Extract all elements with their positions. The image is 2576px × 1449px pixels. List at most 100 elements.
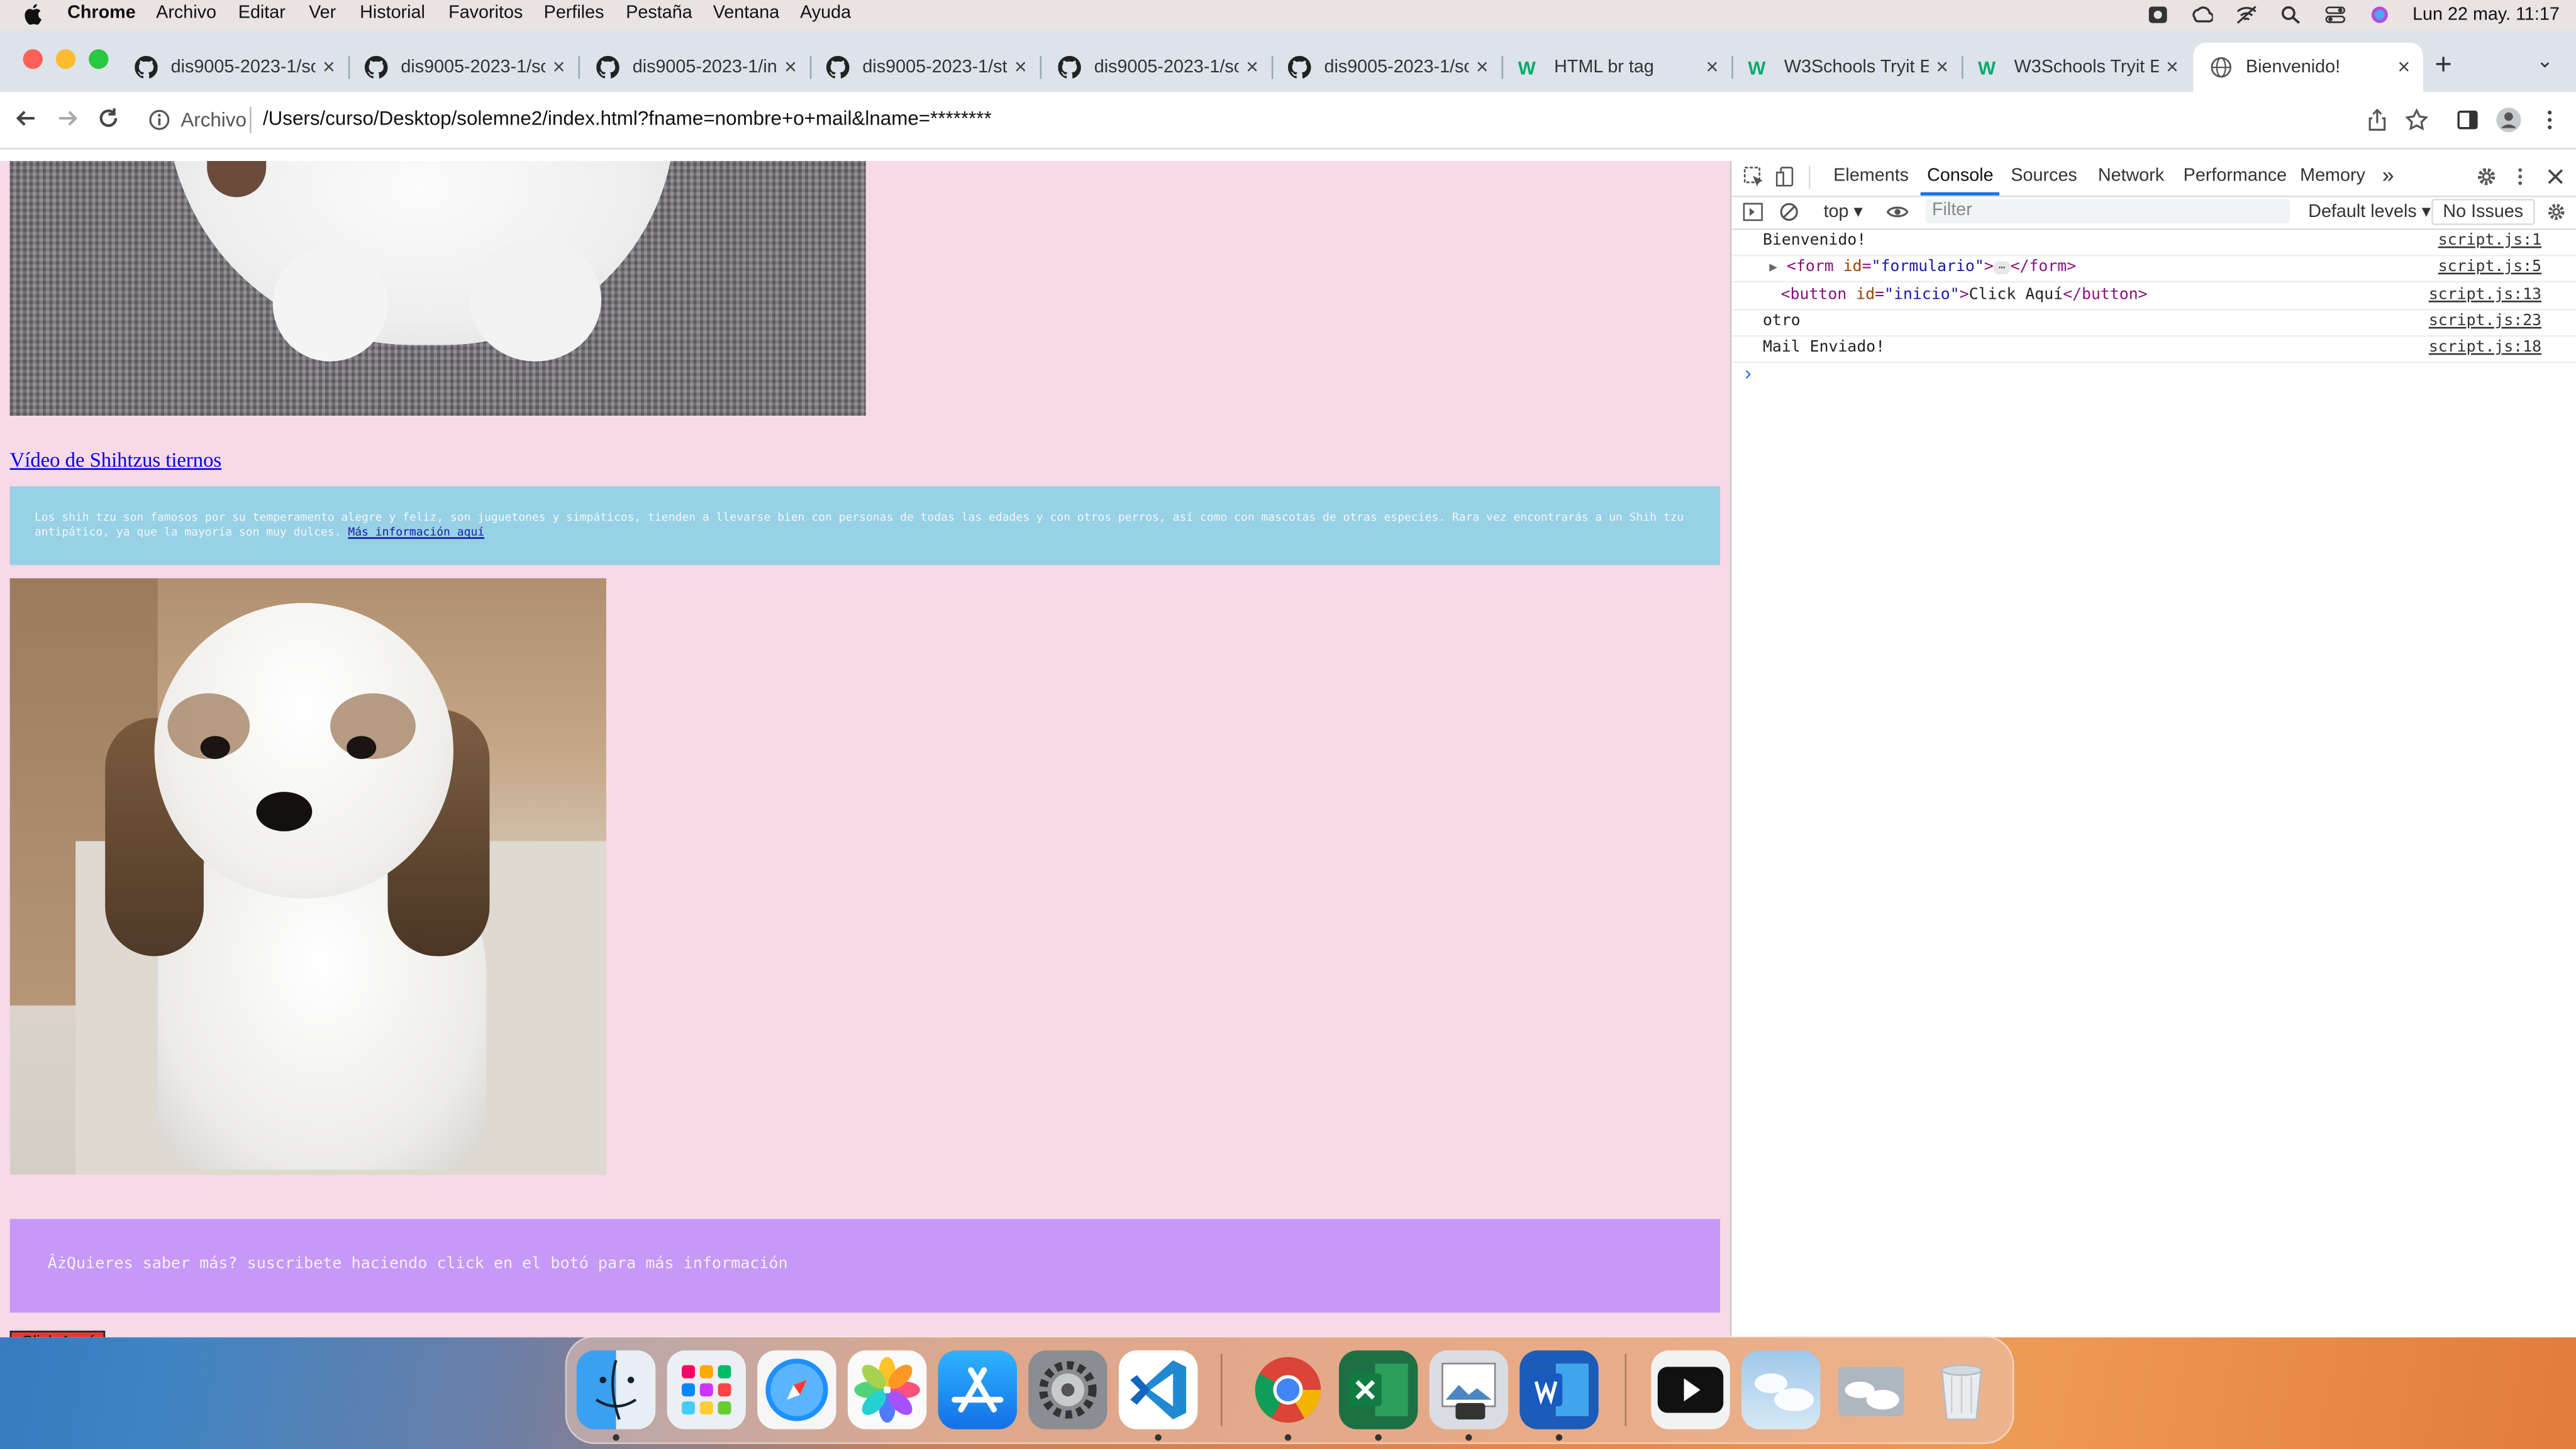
- tab-6[interactable]: dis9005-2023-1/sole ×: [1272, 43, 1504, 92]
- safari-icon[interactable]: [757, 1350, 836, 1430]
- new-tab-button[interactable]: +: [2434, 48, 2451, 82]
- close-devtools-icon[interactable]: [2546, 167, 2565, 186]
- address-bar[interactable]: Archivo /Users/curso/Desktop/solemne2/in…: [138, 98, 2455, 142]
- chrome-icon[interactable]: [1248, 1350, 1327, 1429]
- console-form-element[interactable]: ▶ <form id="formulario"> ⋯ </form>: [1769, 258, 2076, 276]
- profile-avatar-icon[interactable]: [2496, 107, 2522, 133]
- tab-2[interactable]: dis9005-2023-1/sole ×: [348, 43, 580, 92]
- close-tab-icon[interactable]: ×: [1936, 54, 1948, 79]
- tab-network[interactable]: Network: [2098, 166, 2164, 186]
- menu-editar[interactable]: Editar: [238, 3, 286, 23]
- tab-1[interactable]: dis9005-2023-1/sole ×: [118, 43, 350, 92]
- console-source-link[interactable]: script.js:1: [2438, 231, 2541, 250]
- menu-pestana[interactable]: Pestaña: [626, 3, 692, 23]
- tab-memory[interactable]: Memory: [2300, 166, 2365, 186]
- zoom-window-button[interactable]: [89, 49, 109, 69]
- chrome-menu-icon[interactable]: [2538, 108, 2562, 131]
- forward-arrow-icon[interactable]: [54, 105, 80, 131]
- extension-icon[interactable]: [2146, 5, 2168, 25]
- tab-sources[interactable]: Sources: [2011, 166, 2077, 186]
- clear-console-icon[interactable]: [1779, 202, 1799, 221]
- bookmark-star-icon[interactable]: [2405, 108, 2428, 131]
- finder-icon[interactable]: [576, 1350, 656, 1430]
- console-source-link[interactable]: script.js:23: [2429, 312, 2541, 330]
- side-panel-icon[interactable]: [2456, 108, 2479, 131]
- close-tab-icon[interactable]: ×: [2166, 54, 2179, 79]
- wifi-off-icon[interactable]: [2235, 5, 2257, 25]
- tab-3[interactable]: dis9005-2023-1/inde ×: [580, 43, 812, 92]
- close-tab-icon[interactable]: ×: [2397, 54, 2410, 79]
- console-filter-input[interactable]: Filter: [1925, 199, 2290, 224]
- menu-ver[interactable]: Ver: [309, 3, 336, 23]
- back-arrow-icon[interactable]: [13, 105, 40, 131]
- close-tab-icon[interactable]: ×: [784, 54, 797, 79]
- apple-menu-icon[interactable]: [23, 3, 43, 25]
- tab-elements[interactable]: Elements: [1833, 166, 1909, 186]
- devtools-menu-icon[interactable]: [2514, 166, 2527, 187]
- console-source-link[interactable]: script.js:13: [2429, 286, 2541, 304]
- tab-8[interactable]: W W3Schools Tryit Edit ×: [1731, 43, 1963, 92]
- preview-icon[interactable]: [1429, 1350, 1509, 1430]
- menu-archivo[interactable]: Archivo: [156, 3, 216, 23]
- system-settings-icon[interactable]: [1028, 1350, 1108, 1430]
- reload-icon[interactable]: [96, 105, 122, 131]
- issues-button[interactable]: No Issues: [2431, 199, 2535, 225]
- minimize-window-button[interactable]: [55, 49, 76, 69]
- log-levels-dropdown[interactable]: Default levels ▾: [2308, 201, 2431, 221]
- clouds-folder-icon[interactable]: [1832, 1350, 1911, 1429]
- console-prompt[interactable]: ›: [1745, 362, 1751, 385]
- creative-cloud-icon[interactable]: [2190, 5, 2212, 25]
- launchpad-icon[interactable]: [667, 1350, 746, 1430]
- menu-historial[interactable]: Historial: [360, 3, 425, 23]
- site-info-icon[interactable]: [148, 108, 171, 131]
- context-selector[interactable]: top ▾: [1824, 201, 1863, 221]
- video-player-icon[interactable]: [1651, 1350, 1730, 1430]
- menu-favoritos[interactable]: Favoritos: [448, 3, 523, 23]
- device-toolbar-icon[interactable]: [1775, 166, 1797, 187]
- console-source-link[interactable]: script.js:18: [2429, 338, 2541, 357]
- close-tab-icon[interactable]: ×: [1476, 54, 1489, 79]
- menubar-clock[interactable]: Lun 22 may. 11:17: [2412, 5, 2560, 25]
- console-sidebar-icon[interactable]: [1743, 202, 1763, 221]
- trash-icon[interactable]: [1922, 1350, 2001, 1429]
- photos-icon[interactable]: [847, 1350, 927, 1430]
- tab-7[interactable]: W HTML br tag ×: [1502, 43, 1733, 92]
- vscode-icon[interactable]: [1118, 1350, 1198, 1430]
- tab-5[interactable]: dis9005-2023-1/scri ×: [1041, 43, 1274, 92]
- control-center-icon[interactable]: [2324, 5, 2345, 25]
- menu-ventana[interactable]: Ventana: [713, 3, 779, 23]
- siri-icon[interactable]: [2368, 5, 2390, 25]
- tab-4[interactable]: dis9005-2023-1/styl ×: [810, 43, 1042, 92]
- menu-app-name[interactable]: Chrome: [67, 3, 136, 23]
- ellipsis-badge[interactable]: ⋯: [1993, 261, 2011, 275]
- inspect-element-icon[interactable]: [1743, 166, 1765, 187]
- console-settings-gear-icon[interactable]: [2546, 202, 2566, 221]
- console-source-link[interactable]: script.js:5: [2438, 258, 2541, 276]
- more-info-link[interactable]: Más información aquí: [348, 526, 484, 539]
- live-expression-eye-icon[interactable]: [1886, 202, 1909, 221]
- menu-ayuda[interactable]: Ayuda: [800, 3, 851, 23]
- tab-search-chevron-icon[interactable]: ⌄: [2536, 49, 2553, 72]
- devtools-settings-gear-icon[interactable]: [2476, 166, 2497, 187]
- close-tab-icon[interactable]: ×: [1014, 54, 1027, 79]
- share-icon[interactable]: [2366, 108, 2389, 131]
- url-text[interactable]: /Users/curso/Desktop/solemne2/index.html…: [263, 107, 992, 130]
- word-icon[interactable]: [1519, 1350, 1599, 1430]
- click-here-button[interactable]: Click Aquí: [9, 1330, 106, 1338]
- app-store-icon[interactable]: [938, 1350, 1017, 1430]
- close-tab-icon[interactable]: ×: [1246, 54, 1258, 79]
- expand-triangle-icon[interactable]: ▶: [1769, 260, 1777, 275]
- more-tabs-chevron-icon[interactable]: »: [2382, 163, 2394, 187]
- close-tab-icon[interactable]: ×: [1706, 54, 1719, 79]
- clouds-image-icon[interactable]: [1741, 1350, 1821, 1430]
- video-link[interactable]: Vídeo de Shihtzus tiernos: [10, 448, 221, 473]
- menu-perfiles[interactable]: Perfiles: [544, 3, 604, 23]
- spotlight-search-icon[interactable]: [2279, 5, 2301, 25]
- close-window-button[interactable]: [23, 49, 43, 69]
- tab-10[interactable]: Bienvenido! ×: [2193, 42, 2424, 92]
- close-tab-icon[interactable]: ×: [323, 54, 335, 79]
- tab-9[interactable]: W W3Schools Tryit Edit ×: [1962, 43, 2192, 92]
- tab-performance[interactable]: Performance: [2184, 166, 2287, 186]
- excel-icon[interactable]: [1338, 1350, 1418, 1430]
- console-button-element[interactable]: <button id="inicio">Click Aquí</button>: [1781, 286, 2148, 304]
